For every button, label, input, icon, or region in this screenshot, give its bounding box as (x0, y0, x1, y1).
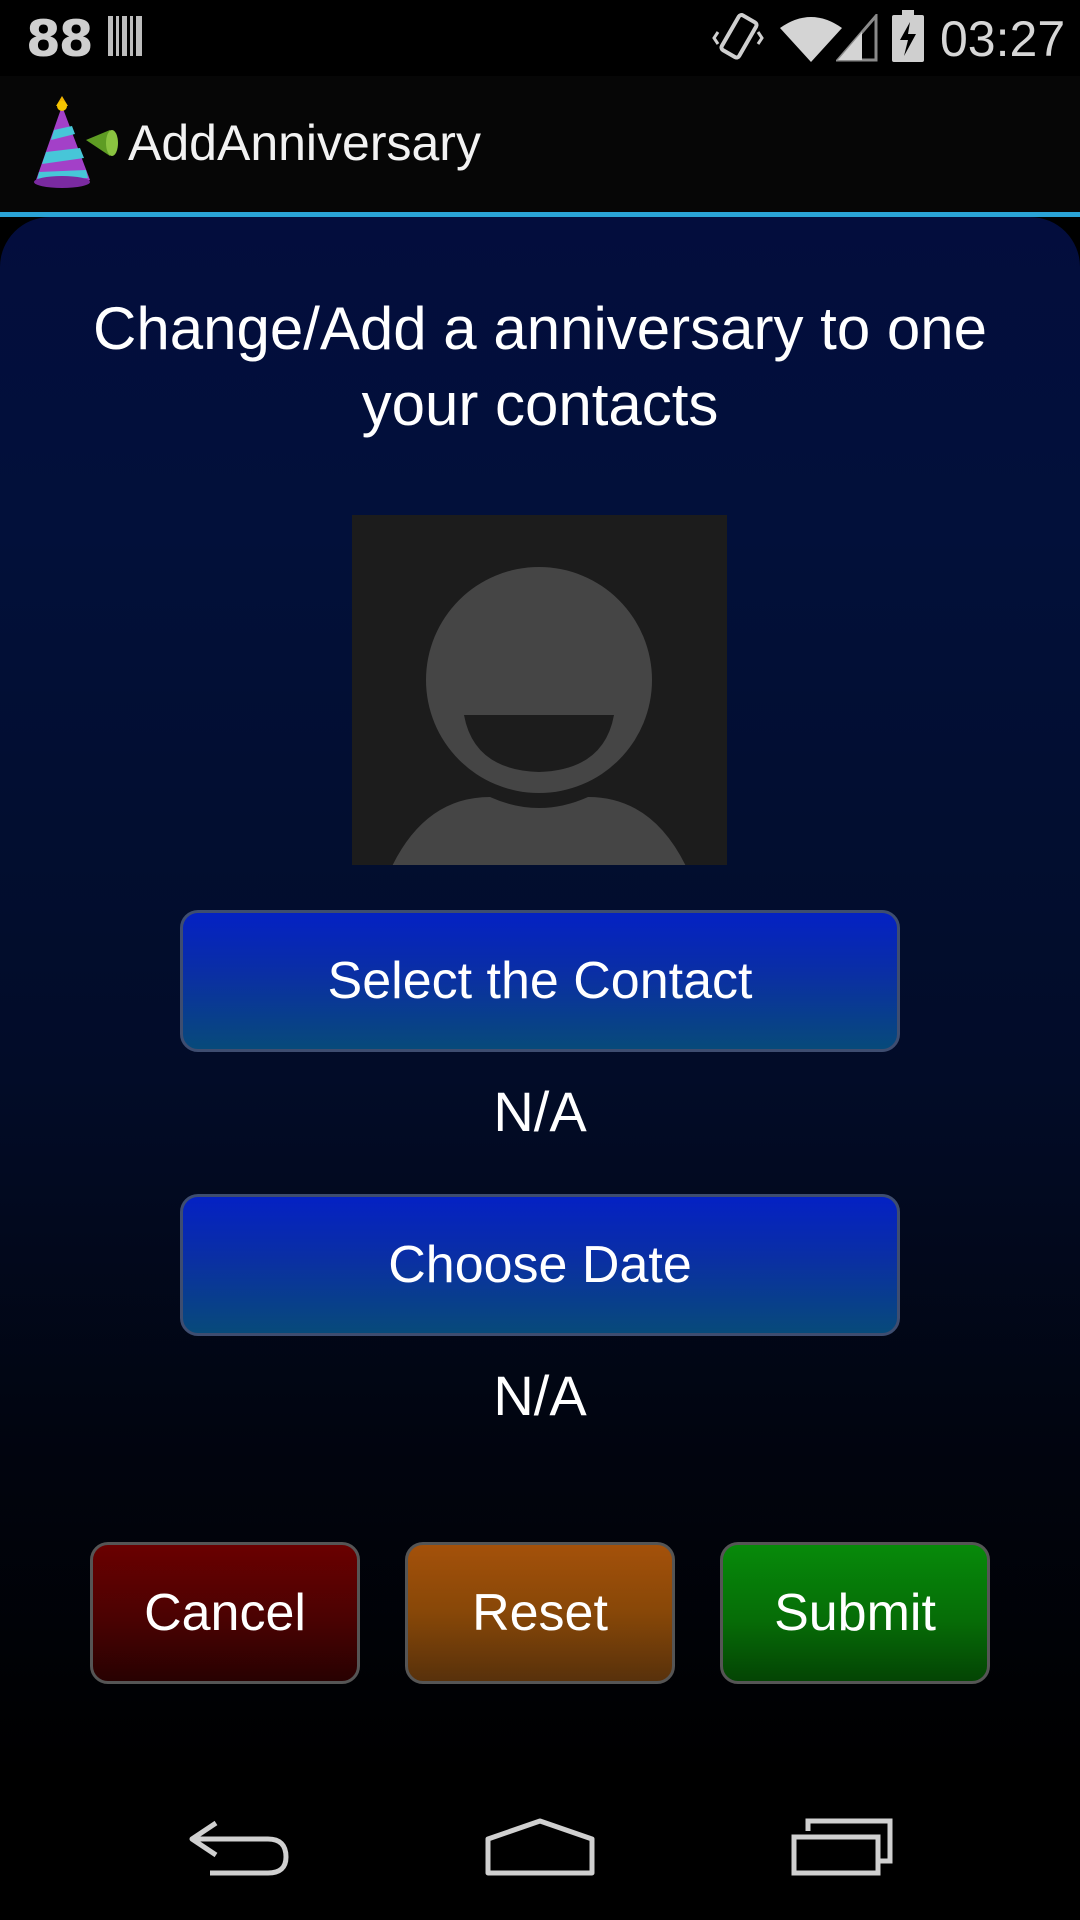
navigation-bar (0, 1777, 1080, 1920)
clock: 03:27 (940, 11, 1066, 67)
vibrate-icon (712, 13, 764, 60)
wifi-icon (780, 17, 842, 62)
action-bar: AddAnniversary (0, 76, 1080, 212)
status-bar: 88 03:27 (0, 0, 1080, 76)
app-title: AddAnniversary (128, 115, 481, 171)
reset-button[interactable]: Reset (405, 1542, 675, 1684)
cancel-button[interactable]: Cancel (90, 1542, 360, 1684)
select-contact-button[interactable]: Select the Contact (180, 910, 900, 1052)
back-icon[interactable] (186, 1817, 292, 1879)
party-hat-icon[interactable] (32, 96, 118, 192)
submit-button[interactable]: Submit (720, 1542, 990, 1684)
selected-contact-value: N/A (493, 1080, 587, 1143)
notification-count: 88 (26, 10, 94, 68)
contact-placeholder-icon (352, 515, 727, 865)
battery-charging-icon (892, 10, 924, 62)
barcode-icon (108, 16, 142, 56)
page-headline: Change/Add a anniversary to one your con… (93, 295, 987, 438)
home-icon[interactable] (484, 1817, 596, 1877)
recents-icon[interactable] (790, 1817, 896, 1877)
screen: 88 03:27 AddAnniversary Change/Add a ann… (0, 0, 1080, 1920)
selected-date-value: N/A (493, 1364, 587, 1427)
contact-photo (352, 515, 727, 865)
signal-icon (836, 14, 878, 62)
main-content: Change/Add a anniversary to one your con… (0, 217, 1080, 1777)
choose-date-button[interactable]: Choose Date (180, 1194, 900, 1336)
